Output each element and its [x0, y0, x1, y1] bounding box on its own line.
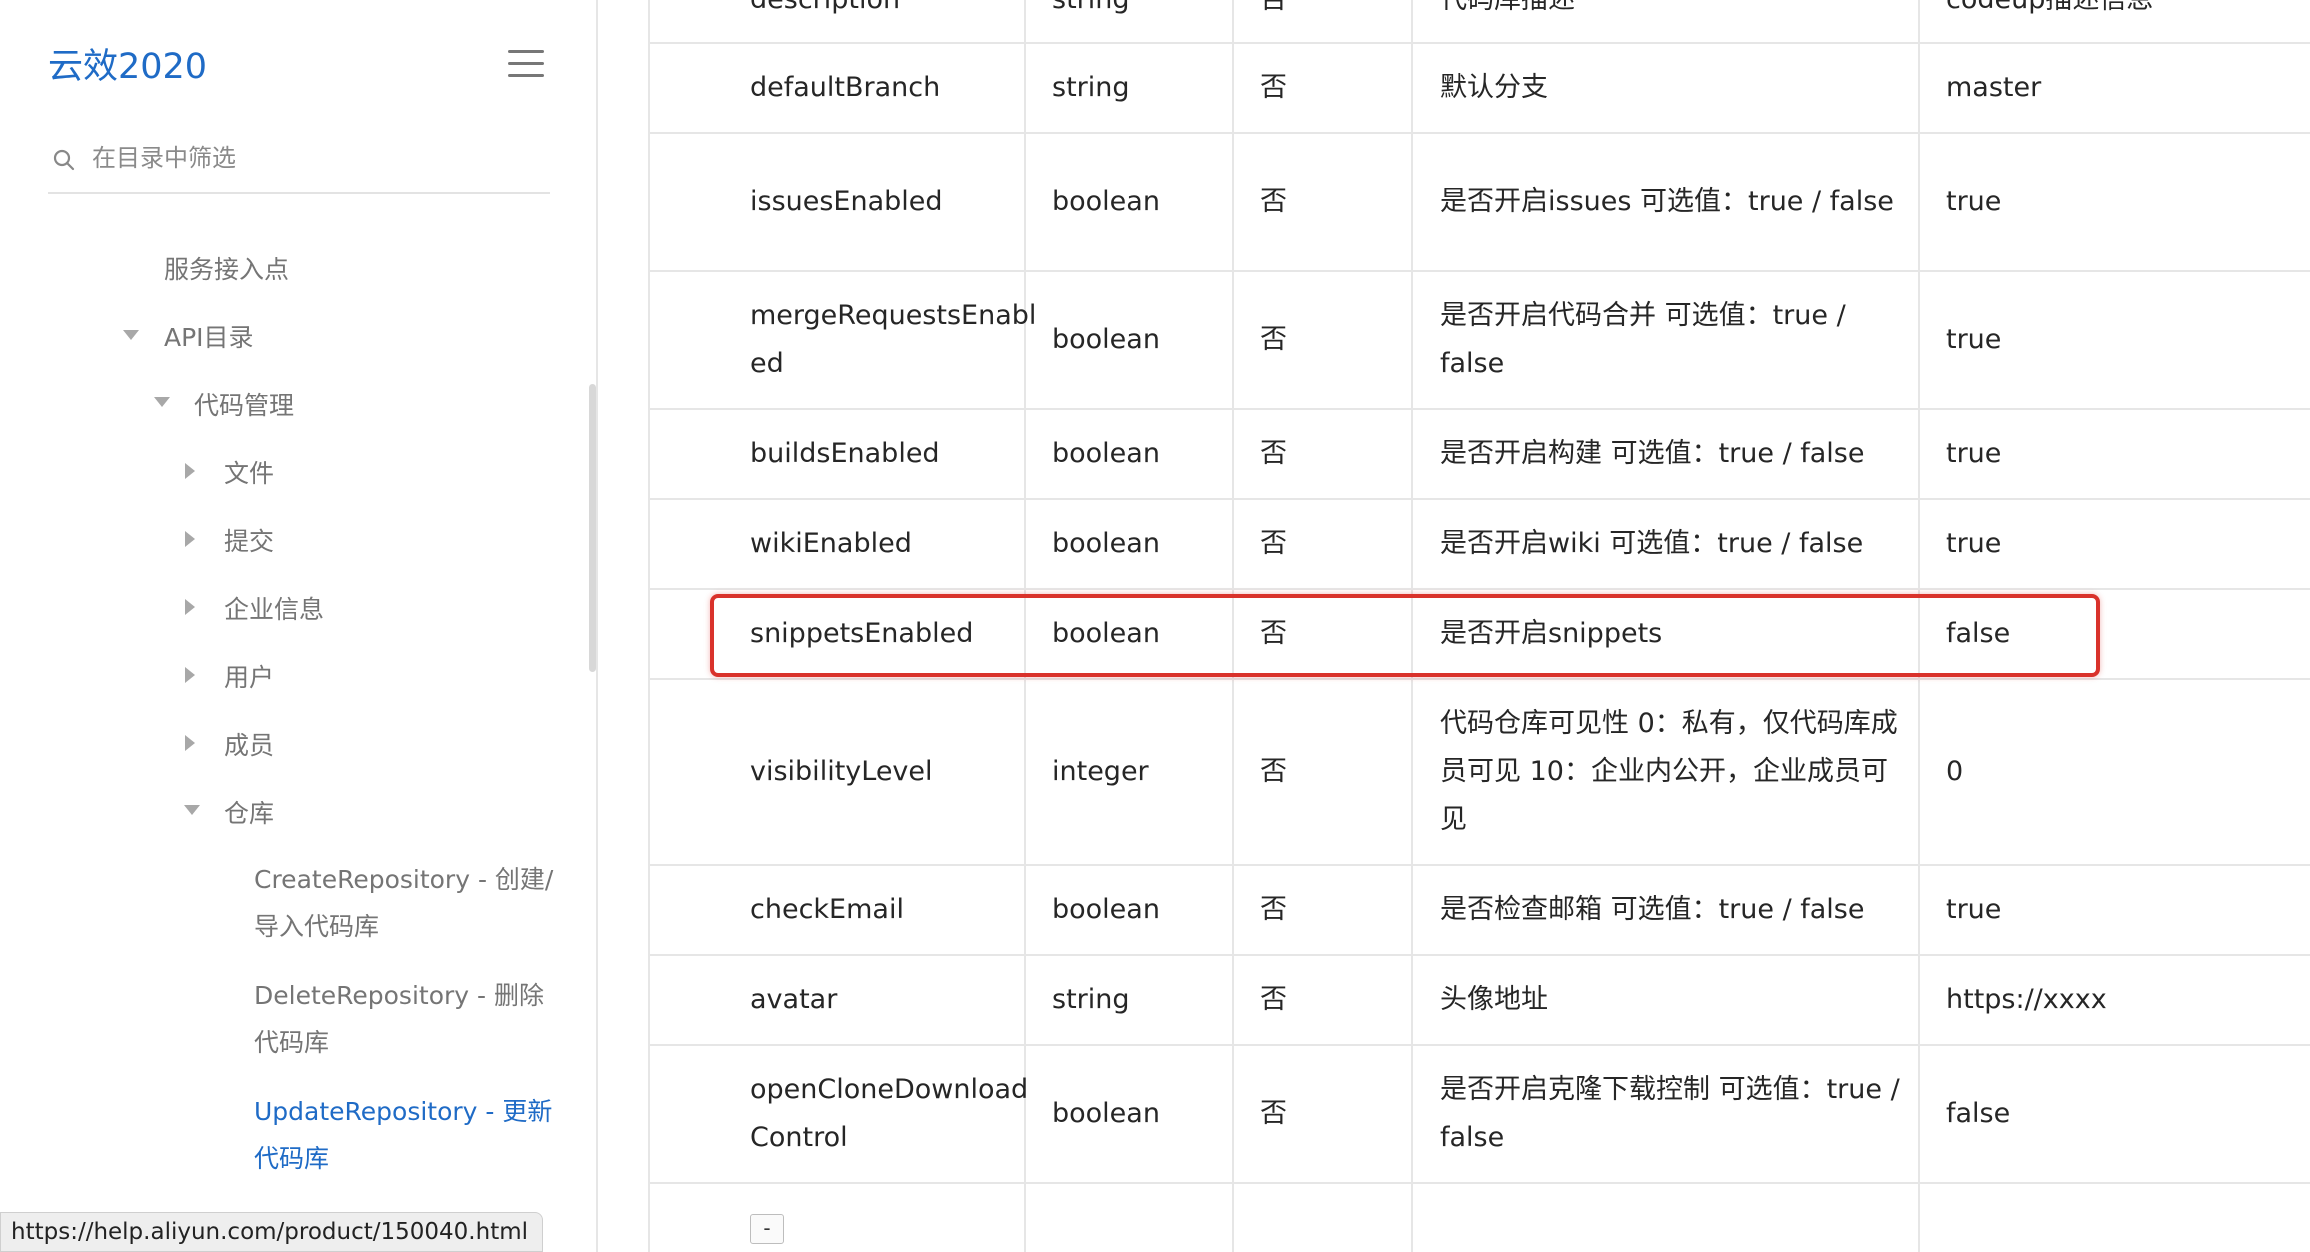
- param-name: checkEmail: [750, 894, 904, 925]
- search-box: [48, 136, 550, 194]
- param-required: 否: [1260, 894, 1287, 925]
- param-desc: 是否开启代码合并 可选值：true / false: [1440, 300, 1846, 379]
- param-required: 否: [1260, 528, 1287, 559]
- caret-right-icon[interactable]: [185, 735, 195, 751]
- caret-down-icon[interactable]: [154, 397, 170, 407]
- sidebar-item-create-repository[interactable]: CreateRepository - 创建/导入代码库: [254, 856, 554, 950]
- param-type: boolean: [1052, 618, 1160, 649]
- param-required: 否: [1260, 1098, 1287, 1129]
- params-table: description string 否 代码库描述 codeup描述信息 de…: [648, 0, 2310, 1252]
- param-desc: 代码仓库可见性 0：私有，仅代码库成员可见 10：企业内公开，企业成员可见: [1440, 708, 1898, 835]
- param-example: true: [1946, 186, 2002, 217]
- param-desc: 是否开启构建 可选值：true / false: [1440, 438, 1865, 469]
- param-type: boolean: [1052, 324, 1160, 355]
- sidebar-item-code-management[interactable]: 代码管理: [194, 386, 294, 422]
- collapse-button[interactable]: -: [750, 1214, 784, 1244]
- param-required: 否: [1260, 72, 1287, 103]
- param-example: true: [1946, 438, 2002, 469]
- table-row: openCloneDownloadControl boolean 否 是否开启克…: [648, 1046, 2310, 1184]
- sidebar-item-users[interactable]: 用户: [224, 658, 274, 694]
- param-type: boolean: [1052, 438, 1160, 469]
- param-type: string: [1052, 0, 1242, 42]
- sidebar-scrollbar[interactable]: [589, 384, 596, 672]
- param-name: snippetsEnabled: [750, 618, 974, 649]
- param-type: string: [1052, 984, 1130, 1015]
- param-name: mergeRequestsEnabled: [750, 300, 1037, 379]
- sidebar-item-endpoint[interactable]: 服务接入点: [164, 250, 289, 286]
- table-row: visibilityLevel integer 否 代码仓库可见性 0：私有，仅…: [648, 680, 2310, 866]
- param-required: 否: [1260, 618, 1287, 649]
- param-desc: 头像地址: [1440, 984, 1548, 1015]
- param-example: true: [1946, 894, 2002, 925]
- sidebar-item-enterprise[interactable]: 企业信息: [224, 590, 324, 626]
- caret-right-icon[interactable]: [185, 599, 195, 615]
- search-icon: [53, 149, 75, 171]
- param-desc: 是否检查邮箱 可选值：true / false: [1440, 894, 1865, 925]
- sidebar-item-api-catalog[interactable]: API目录: [164, 318, 254, 354]
- param-desc: 是否开启snippets: [1440, 618, 1663, 649]
- param-required: 否: [1260, 0, 1410, 42]
- param-required: 否: [1260, 756, 1287, 787]
- caret-down-icon[interactable]: [184, 805, 200, 815]
- sidebar: 云效2020 服务接入点 API目录 代码管理 文件 提交 企业信息 用户 成员…: [0, 0, 598, 1252]
- param-type: boolean: [1052, 894, 1160, 925]
- param-type: boolean: [1052, 1098, 1160, 1129]
- param-type: boolean: [1052, 186, 1160, 217]
- table-row: wikiEnabled boolean 否 是否开启wiki 可选值：true …: [648, 500, 2310, 590]
- table-row: avatar string 否 头像地址 https://xxxx: [648, 956, 2310, 1046]
- param-example: false: [1946, 1098, 2011, 1129]
- param-example: master: [1946, 72, 2042, 103]
- param-name: issuesEnabled: [750, 186, 943, 217]
- sidebar-item-repository[interactable]: 仓库: [224, 794, 274, 830]
- menu-icon[interactable]: [508, 50, 544, 78]
- param-name: buildsEnabled: [750, 438, 940, 469]
- sidebar-item-update-repository[interactable]: UpdateRepository - 更新代码库: [254, 1088, 554, 1182]
- table-row: issuesEnabled boolean 否 是否开启issues 可选值：t…: [648, 134, 2310, 272]
- param-name: openCloneDownloadControl: [750, 1074, 1029, 1153]
- brand-title[interactable]: 云效2020: [48, 38, 207, 89]
- param-name: avatar: [750, 984, 838, 1015]
- sidebar-item-delete-repository[interactable]: DeleteRepository - 删除代码库: [254, 972, 554, 1066]
- param-type: boolean: [1052, 528, 1160, 559]
- caret-down-icon[interactable]: [123, 330, 139, 340]
- param-name: description: [750, 0, 1040, 42]
- table-row: buildsEnabled boolean 否 是否开启构建 可选值：true …: [648, 410, 2310, 500]
- param-example: https://xxxx: [1946, 984, 2107, 1015]
- param-required: 否: [1260, 438, 1287, 469]
- param-required: 否: [1260, 984, 1287, 1015]
- param-example: true: [1946, 528, 2002, 559]
- table-row-highlighted: snippetsEnabled boolean 否 是否开启snippets f…: [648, 590, 2310, 680]
- param-example: codeup描述信息: [1946, 0, 2296, 42]
- table-row: mergeRequestsEnabled boolean 否 是否开启代码合并 …: [648, 272, 2310, 410]
- caret-right-icon[interactable]: [185, 531, 195, 547]
- param-type: integer: [1052, 756, 1149, 787]
- table-row: defaultBranch string 否 默认分支 master: [648, 44, 2310, 134]
- param-required: 否: [1260, 186, 1287, 217]
- caret-right-icon[interactable]: [185, 667, 195, 683]
- param-name: defaultBranch: [750, 72, 941, 103]
- param-example: false: [1946, 618, 2011, 649]
- status-bar-url: https://help.aliyun.com/product/150040.h…: [0, 1212, 544, 1252]
- param-name: visibilityLevel: [750, 756, 933, 787]
- param-desc: 代码库描述: [1440, 0, 1910, 42]
- sidebar-item-files[interactable]: 文件: [224, 454, 274, 490]
- table-row: description string 否 代码库描述 codeup描述信息: [648, 0, 2310, 44]
- table-row: checkEmail boolean 否 是否检查邮箱 可选值：true / f…: [648, 866, 2310, 956]
- sidebar-item-commits[interactable]: 提交: [224, 522, 274, 558]
- sidebar-item-members[interactable]: 成员: [224, 726, 274, 762]
- param-desc: 是否开启wiki 可选值：true / false: [1440, 528, 1864, 559]
- param-name: wikiEnabled: [750, 528, 912, 559]
- caret-right-icon[interactable]: [185, 463, 195, 479]
- param-required: 否: [1260, 324, 1287, 355]
- param-desc: 是否开启克隆下载控制 可选值：true / false: [1440, 1074, 1900, 1153]
- param-desc: 默认分支: [1440, 72, 1548, 103]
- param-example: 0: [1946, 756, 1964, 787]
- search-input[interactable]: [92, 136, 542, 180]
- param-example: true: [1946, 324, 2002, 355]
- param-type: string: [1052, 72, 1130, 103]
- param-desc: 是否开启issues 可选值：true / false: [1440, 186, 1894, 217]
